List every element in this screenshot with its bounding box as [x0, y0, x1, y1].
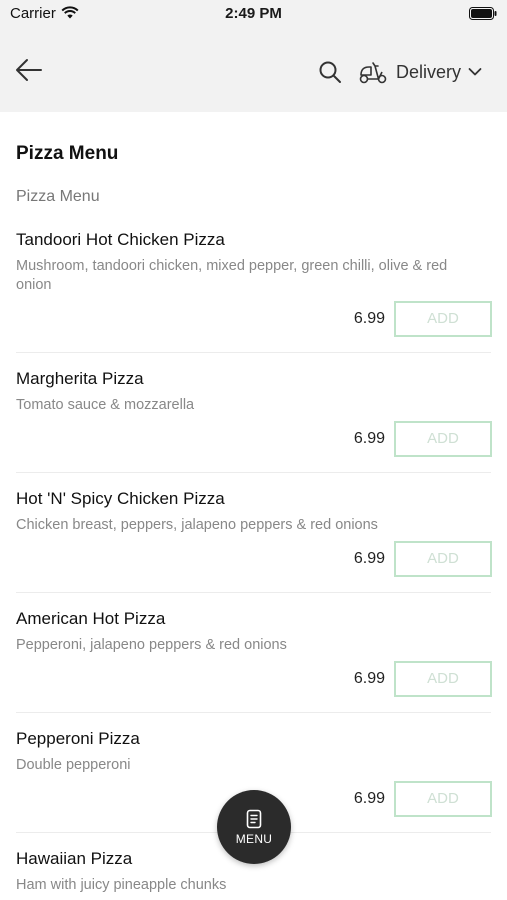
- item-name: Hawaiian Pizza: [16, 849, 133, 868]
- delivery-label: Delivery: [396, 61, 462, 82]
- chevron-down-icon: [468, 68, 482, 76]
- menu-fab-label: MENU: [235, 831, 273, 846]
- app-screen: Carrier 2:49 PM Delivery Pizza Menu Pizz…: [0, 0, 507, 900]
- item-description: Tomato sauce & mozzarella: [16, 397, 195, 413]
- divider: [16, 472, 491, 473]
- divider: [16, 592, 491, 593]
- page-title: Pizza Menu: [16, 143, 119, 164]
- item-name: Hot 'N' Spicy Chicken Pizza: [16, 489, 225, 508]
- item-description: Chicken breast, peppers, jalapeno pepper…: [16, 517, 378, 533]
- item-price: 6.99: [353, 310, 385, 327]
- clock: 2:49 PM: [225, 5, 282, 22]
- item-name: American Hot Pizza: [16, 609, 166, 628]
- item-description: Pepperoni, jalapeno peppers & red onions: [16, 637, 287, 653]
- item-description: Mushroom, tandoori chicken, mixed pepper…: [16, 258, 448, 293]
- add-button[interactable]: ADD: [394, 541, 492, 577]
- search-icon: [319, 61, 341, 83]
- back-arrow-icon: [16, 59, 42, 81]
- menu-item[interactable]: American Hot Pizza Pepperoni, jalapeno p…: [0, 609, 507, 713]
- item-description: Ham with juicy pineapple chunks: [16, 877, 227, 893]
- item-name: Margherita Pizza: [16, 369, 144, 388]
- battery-icon: [469, 7, 497, 20]
- add-button[interactable]: ADD: [394, 781, 492, 817]
- item-price: 6.99: [353, 550, 385, 567]
- menu-item[interactable]: Tandoori Hot Chicken Pizza Mushroom, tan…: [0, 230, 507, 354]
- item-description: Double pepperoni: [16, 757, 131, 773]
- add-button[interactable]: ADD: [394, 301, 492, 337]
- item-price: 6.99: [353, 790, 385, 807]
- item-price: 6.99: [353, 670, 385, 687]
- menu-book-icon: [246, 809, 262, 828]
- menu-item[interactable]: Hot 'N' Spicy Chicken Pizza Chicken brea…: [0, 489, 507, 593]
- scooter-icon: [359, 62, 387, 84]
- menu-fab-button[interactable]: MENU: [217, 790, 291, 864]
- back-button[interactable]: [14, 57, 44, 83]
- item-name: Tandoori Hot Chicken Pizza: [16, 230, 225, 249]
- item-name: Pepperoni Pizza: [16, 729, 140, 748]
- app-header: Delivery: [0, 30, 507, 112]
- divider: [16, 712, 491, 713]
- category-label: Pizza Menu: [16, 188, 100, 205]
- status-bar: Carrier 2:49 PM: [0, 0, 507, 30]
- menu-item[interactable]: Margherita Pizza Tomato sauce & mozzarel…: [0, 369, 507, 473]
- add-button[interactable]: ADD: [394, 421, 492, 457]
- search-button[interactable]: [318, 60, 342, 84]
- divider: [16, 352, 491, 353]
- delivery-mode-selector[interactable]: Delivery: [358, 56, 482, 88]
- item-price: 6.99: [353, 430, 385, 447]
- add-button[interactable]: ADD: [394, 661, 492, 697]
